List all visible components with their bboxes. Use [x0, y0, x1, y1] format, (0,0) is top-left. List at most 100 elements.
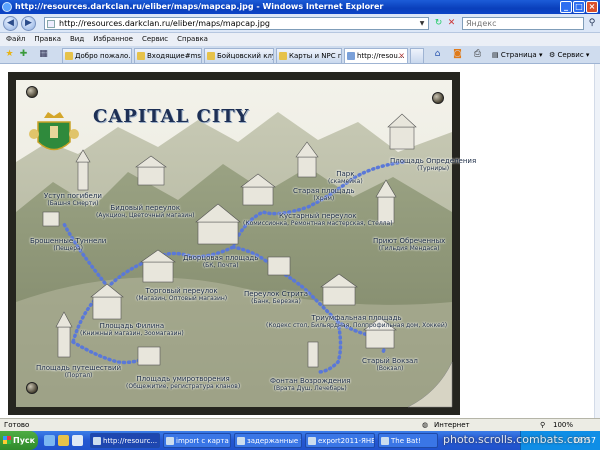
watermark: photo.scrolls.combats.com — [443, 433, 591, 446]
task-label: задержанные та... — [247, 437, 301, 445]
task-icon — [166, 437, 174, 445]
tab-page-icon — [65, 52, 73, 60]
map-label-sub: (Кодекс стол, Бильярдная, Полпрофильная … — [266, 322, 448, 329]
tab-label: Добро пожало... — [75, 52, 132, 60]
tab-fight-club[interactable]: Бойцовский клуб — [204, 48, 274, 63]
map-label-strita[interactable]: Переулок Стрита (Банк, Березка) — [244, 290, 308, 305]
tab-label: Карты и NPC гор... — [289, 52, 342, 60]
map-label-park[interactable]: Парк (скамейка) — [328, 170, 363, 185]
stop-icon[interactable]: ✕ — [446, 18, 457, 29]
map-label-priyut[interactable]: Приют Обреченных (Гильдия Мендаса) — [373, 237, 445, 252]
task-icon — [237, 437, 245, 445]
rss-icon[interactable]: ◙ — [452, 49, 463, 60]
map-label-sub: (Книжный магазин, Зоомагазин) — [80, 330, 184, 337]
map-label-staraya[interactable]: Старая площадь (Храм) — [293, 187, 355, 202]
tools-menu-button[interactable]: ⚙ Сервис ▾ — [549, 48, 589, 62]
address-toolbar: ◀ ▶ ▼ ↻ ✕ ⚲ — [0, 14, 600, 33]
map-label-sub: (Турниры) — [417, 165, 450, 172]
tab-maps-npc[interactable]: Карты и NPC гор... — [276, 48, 342, 63]
map-label-umirotvoreniya[interactable]: Площадь умиротворения (Общежитие, регист… — [126, 375, 240, 390]
map-label-name: Дворцовая площадь — [183, 254, 259, 262]
screw-icon — [432, 92, 444, 104]
map-label-fontan[interactable]: Фонтан Возрождения (Врата Душ, Лечебарь) — [270, 377, 350, 392]
menu-file[interactable]: Файл — [6, 33, 25, 46]
favorites-star-icon[interactable]: ★ — [4, 49, 15, 60]
map-label-tunnels[interactable]: Брошенные Туннели (Пещера) — [30, 237, 106, 252]
forward-button[interactable]: ▶ — [21, 16, 36, 31]
task-icon — [381, 437, 389, 445]
map-label-kustarny[interactable]: Кустарный переулок (Комиссионка, Ремонтн… — [243, 212, 393, 227]
tab-mapcap[interactable]: http://resou... × — [344, 48, 408, 63]
tab-label: Бойцовский клуб — [217, 52, 273, 60]
page-menu-button[interactable]: ▤ Страница ▾ — [492, 48, 542, 62]
add-favorites-icon[interactable]: ✚ — [18, 49, 29, 60]
menu-tools[interactable]: Сервис — [142, 33, 168, 46]
map-label-filina[interactable]: Площадь Филина (Книжный магазин, Зоомага… — [80, 322, 184, 337]
minimize-button[interactable]: _ — [560, 1, 572, 13]
close-tab-icon[interactable]: × — [398, 49, 405, 63]
task-label: The Bat! — [391, 437, 421, 445]
map-label-torgovy[interactable]: Торговый переулок (Магазин, Оптовый мага… — [136, 287, 227, 302]
start-label: Пуск — [13, 436, 36, 445]
map-label-sub: (БК, Почта) — [202, 262, 239, 269]
page-icon: ▤ — [492, 51, 501, 59]
maximize-button[interactable]: □ — [573, 1, 585, 13]
tab-page-icon — [207, 52, 215, 60]
map-label-ustup[interactable]: Уступ погибели (Башня Смерти) — [44, 192, 102, 207]
chevron-down-icon[interactable]: ▼ — [417, 19, 427, 28]
refresh-icon[interactable]: ↻ — [433, 18, 444, 29]
map-label-name: Брошенные Туннели — [30, 237, 107, 245]
map-label-name: Площадь Филина — [99, 322, 165, 330]
map-label-name: Площадь умиротворения — [136, 375, 230, 383]
task-label: http://resourc... — [103, 437, 158, 445]
map-title: CAPITAL CITY — [93, 106, 250, 127]
tab-inbox[interactable]: Входящие#ms... — [134, 48, 202, 63]
map-label-vokzal[interactable]: Старый Вокзал (Вокзал) — [362, 357, 418, 372]
menu-edit[interactable]: Правка — [34, 33, 61, 46]
task-detained[interactable]: задержанные та... — [234, 433, 302, 448]
task-import[interactable]: import с карта 2... — [163, 433, 231, 448]
map-label-sub: (Гильдия Мендаса) — [378, 245, 440, 252]
screw-icon — [26, 382, 38, 394]
task-export[interactable]: export2011-ЯНВ... — [305, 433, 375, 448]
map-label-name: Старый Вокзал — [362, 357, 418, 365]
map-label-name: Приют Обреченных — [373, 237, 446, 245]
new-tab-button[interactable] — [410, 48, 424, 63]
print-icon[interactable]: ⎙ — [472, 49, 483, 60]
task-browser[interactable]: http://resourc... — [90, 433, 160, 448]
search-icon[interactable]: ⚲ — [586, 17, 598, 30]
close-button[interactable]: × — [586, 1, 598, 13]
search-box[interactable] — [462, 17, 584, 30]
url-input[interactable] — [59, 18, 409, 29]
map-label-triumfalnaya[interactable]: Триумфальная площадь (Кодекс стол, Билья… — [266, 314, 447, 329]
tab-page-icon — [137, 52, 145, 60]
quick-tabs-icon[interactable]: ▦ — [38, 49, 49, 60]
search-input[interactable] — [466, 18, 576, 29]
menu-help[interactable]: Справка — [177, 33, 208, 46]
start-button[interactable]: Пуск — [0, 431, 38, 450]
map-label-name: Уступ погибели — [44, 192, 102, 200]
capital-city-map[interactable]: CAPITAL CITY Уступ погибели (Башня Смерт… — [8, 72, 476, 415]
tab-welcome[interactable]: Добро пожало... — [62, 48, 132, 63]
map-label-dvortsovaya[interactable]: Дворцовая площадь (БК, Почта) — [183, 254, 258, 269]
home-icon[interactable]: ⌂ — [432, 49, 443, 60]
address-bar[interactable]: ▼ — [44, 17, 429, 30]
quicklaunch-folder-icon[interactable] — [58, 435, 69, 446]
menu-favorites[interactable]: Избранное — [93, 33, 133, 46]
window-titlebar[interactable]: http://resources.darkclan.ru/eliber/maps… — [0, 0, 600, 14]
quicklaunch-ie-icon[interactable] — [44, 435, 55, 446]
map-label-opredeleniya[interactable]: Площадь Определения (Турниры) — [390, 157, 476, 172]
vertical-scrollbar[interactable] — [594, 64, 600, 418]
map-label-name: Триумфальная площадь — [311, 314, 402, 322]
menu-bar: Файл Правка Вид Избранное Сервис Справка — [0, 33, 600, 46]
quicklaunch-desktop-icon[interactable] — [72, 435, 83, 446]
task-icon — [308, 437, 316, 445]
task-thebat[interactable]: The Bat! — [378, 433, 438, 448]
gear-icon: ⚙ — [549, 51, 558, 59]
map-label-puteshestviy[interactable]: Площадь путешествий (Портал) — [36, 364, 121, 379]
menu-view[interactable]: Вид — [70, 33, 84, 46]
map-label-name: Бидовый переулок — [110, 204, 181, 212]
tab-label: Входящие#ms... — [147, 52, 202, 60]
map-label-bidovy[interactable]: Бидовый переулок (Аукцион, Цветочный маг… — [96, 204, 194, 219]
back-button[interactable]: ◀ — [3, 16, 18, 31]
